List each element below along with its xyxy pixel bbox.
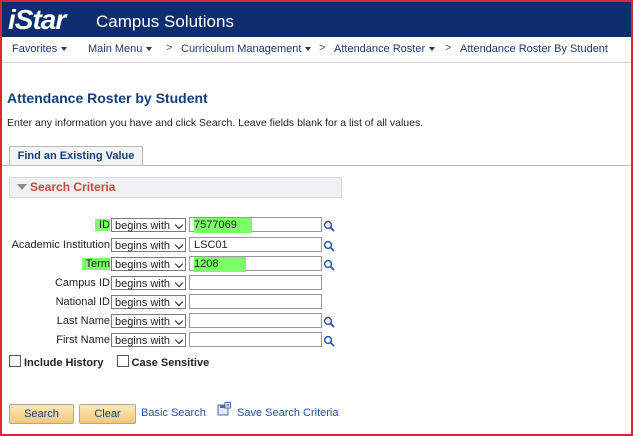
field-label: First Name — [56, 334, 110, 346]
field-row-campus-id: Campus ID — [0, 275, 110, 291]
academic-institution-input[interactable]: LSC01 — [189, 237, 322, 252]
chevron-down-icon — [174, 240, 184, 250]
app-banner: iStar Campus Solutions — [2, 2, 631, 37]
operator-select[interactable]: begins with — [111, 276, 186, 290]
caret-down-icon — [146, 47, 153, 52]
id-input[interactable]: 7577069 — [189, 217, 322, 233]
lookup-icon[interactable] — [323, 220, 335, 232]
search-button[interactable]: Search — [9, 404, 74, 424]
page-title: Attendance Roster by Student — [7, 90, 208, 106]
field-label: Last Name — [56, 315, 110, 327]
nav-favorites[interactable]: Favorites — [12, 43, 68, 55]
tab-divider — [2, 165, 631, 166]
campus-solutions-label: Campus Solutions — [96, 12, 234, 31]
include-history-option[interactable]: Include History — [9, 355, 103, 369]
chevron-down-icon — [174, 297, 184, 307]
field-row-national-id: National ID — [0, 294, 110, 310]
operator-select[interactable]: begins with — [111, 314, 186, 328]
include-history-checkbox[interactable] — [9, 355, 21, 367]
nav-main-menu[interactable]: Main Menu — [88, 43, 153, 55]
field-row-term: Term — [0, 256, 110, 272]
lookup-icon[interactable] — [323, 335, 335, 347]
operator-select[interactable]: begins with — [111, 295, 186, 309]
chevron-down-icon — [174, 316, 184, 326]
search-instructions: Enter any information you have and click… — [7, 117, 424, 129]
chevron-down-icon — [174, 220, 184, 230]
istar-logo: iStar — [8, 4, 66, 35]
operator-select[interactable]: begins with — [111, 333, 186, 347]
lookup-icon[interactable] — [323, 240, 335, 252]
search-options: Include History Case Sensitive — [9, 355, 209, 369]
save-search-icon[interactable] — [217, 402, 231, 416]
field-label: Academic Institution — [11, 239, 110, 251]
case-sensitive-checkbox[interactable] — [116, 355, 129, 367]
caret-down-icon — [61, 47, 68, 52]
field-label: Campus ID — [54, 277, 110, 289]
caret-down-icon — [305, 47, 312, 52]
term-input[interactable]: 1208 — [189, 256, 322, 272]
clear-button[interactable]: Clear — [79, 404, 136, 424]
breadcrumb: Favorites Main Menu > Curriculum Managem… — [2, 37, 631, 63]
field-row-last-name: Last Name — [0, 313, 110, 329]
national-id-input[interactable] — [189, 294, 322, 309]
tab-find-existing-value[interactable]: Find an Existing Value — [9, 146, 143, 166]
nav-attendance-roster-by-student[interactable]: Attendance Roster By Student — [460, 43, 608, 55]
lookup-icon[interactable] — [323, 316, 335, 328]
search-criteria-label: Search Criteria — [30, 180, 116, 194]
nav-attendance-roster[interactable]: Attendance Roster — [334, 43, 436, 55]
first-name-input[interactable] — [189, 332, 322, 347]
campus-id-input[interactable] — [189, 275, 322, 290]
operator-select[interactable]: begins with — [111, 257, 186, 271]
chevron-down-icon — [174, 335, 184, 345]
basic-search-link[interactable]: Basic Search — [141, 407, 206, 419]
breadcrumb-separator: > — [319, 42, 326, 54]
collapse-triangle-icon — [17, 184, 27, 190]
nav-curriculum-management[interactable]: Curriculum Management — [181, 43, 312, 55]
last-name-input[interactable] — [189, 313, 322, 328]
chevron-down-icon — [174, 278, 184, 288]
field-label: ID — [95, 219, 110, 231]
search-criteria-header[interactable]: Search Criteria — [9, 177, 342, 198]
field-row-first-name: First Name — [0, 332, 110, 348]
operator-select[interactable]: begins with — [111, 238, 186, 252]
save-search-criteria-link[interactable]: Save Search Criteria — [237, 407, 339, 419]
field-row-academic-institution: Academic Institution — [0, 237, 110, 253]
operator-select[interactable]: begins with — [111, 218, 186, 232]
caret-down-icon — [429, 47, 436, 52]
breadcrumb-separator: > — [445, 42, 452, 54]
field-row-id: ID — [0, 217, 110, 233]
case-sensitive-option[interactable]: Case Sensitive — [116, 355, 209, 369]
chevron-down-icon — [174, 259, 184, 269]
breadcrumb-separator: > — [166, 42, 173, 54]
field-label: National ID — [55, 296, 110, 308]
lookup-icon[interactable] — [323, 259, 335, 271]
field-label: Term — [81, 258, 110, 270]
